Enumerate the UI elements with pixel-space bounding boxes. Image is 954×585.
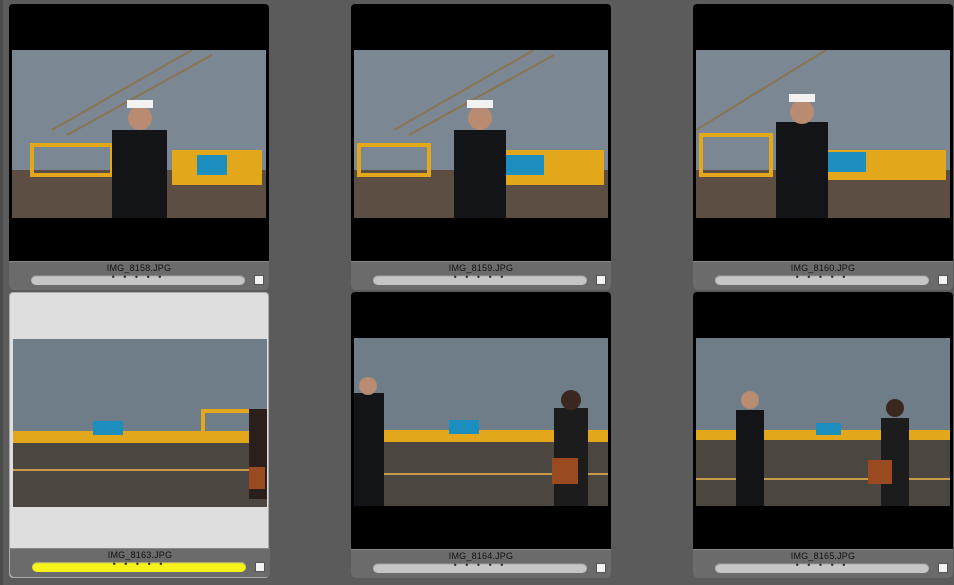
thumbnail-footer: IMG_8164.JPG • • • • • — [351, 549, 611, 578]
photo-image — [13, 339, 267, 507]
select-checkbox[interactable] — [938, 275, 948, 285]
thumbnail-footer: IMG_8159.JPG • • • • • — [351, 261, 611, 290]
rating-label-bar[interactable]: • • • • • — [32, 559, 246, 572]
thumbnail-cell-selected[interactable]: IMG_8163.JPG • • • • • — [9, 292, 270, 578]
thumbnail-footer: IMG_8165.JPG • • • • • — [693, 549, 953, 578]
rating-dots[interactable]: • • • • • — [31, 272, 245, 282]
thumbnail-cell[interactable]: IMG_8160.JPG • • • • • — [693, 4, 953, 290]
thumbnail-footer: IMG_8163.JPG • • • • • — [10, 548, 270, 577]
select-checkbox[interactable] — [254, 275, 264, 285]
rating-dots[interactable]: • • • • • — [373, 272, 587, 282]
thumbnail-cell[interactable]: IMG_8158.JPG • • • • • — [9, 4, 269, 290]
thumbnail-grid: IMG_8158.JPG • • • • • IMG_8159.JPG • • … — [0, 0, 954, 585]
rating-label-bar[interactable]: • • • • • — [373, 560, 587, 573]
photo-thumbnail[interactable] — [13, 339, 267, 507]
rating-dots[interactable]: • • • • • — [715, 560, 929, 570]
photo-image — [354, 50, 608, 218]
photo-image — [696, 338, 950, 506]
thumbnail-cell[interactable]: IMG_8165.JPG • • • • • — [693, 292, 953, 578]
thumbnail-cell[interactable]: IMG_8164.JPG • • • • • — [351, 292, 611, 578]
rating-dots[interactable]: • • • • • — [373, 560, 587, 570]
select-checkbox[interactable] — [596, 563, 606, 573]
thumbnail-cell[interactable]: IMG_8159.JPG • • • • • — [351, 4, 611, 290]
rating-label-bar[interactable]: • • • • • — [715, 560, 929, 573]
rating-label-bar[interactable]: • • • • • — [31, 272, 245, 285]
photo-image — [12, 50, 266, 218]
thumbnail-footer: IMG_8158.JPG • • • • • — [9, 261, 269, 290]
select-checkbox[interactable] — [938, 563, 948, 573]
photo-thumbnail[interactable] — [696, 338, 950, 506]
rating-label-bar[interactable]: • • • • • — [373, 272, 587, 285]
thumbnail-footer: IMG_8160.JPG • • • • • — [693, 261, 953, 290]
photo-thumbnail[interactable] — [696, 50, 950, 218]
rating-dots[interactable]: • • • • • — [32, 559, 246, 569]
photo-thumbnail[interactable] — [354, 338, 608, 506]
photo-thumbnail[interactable] — [354, 50, 608, 218]
select-checkbox[interactable] — [255, 562, 265, 572]
photo-image — [354, 338, 608, 506]
photo-thumbnail[interactable] — [12, 50, 266, 218]
rating-label-bar[interactable]: • • • • • — [715, 272, 929, 285]
select-checkbox[interactable] — [596, 275, 606, 285]
rating-dots[interactable]: • • • • • — [715, 272, 929, 282]
photo-image — [696, 50, 950, 218]
